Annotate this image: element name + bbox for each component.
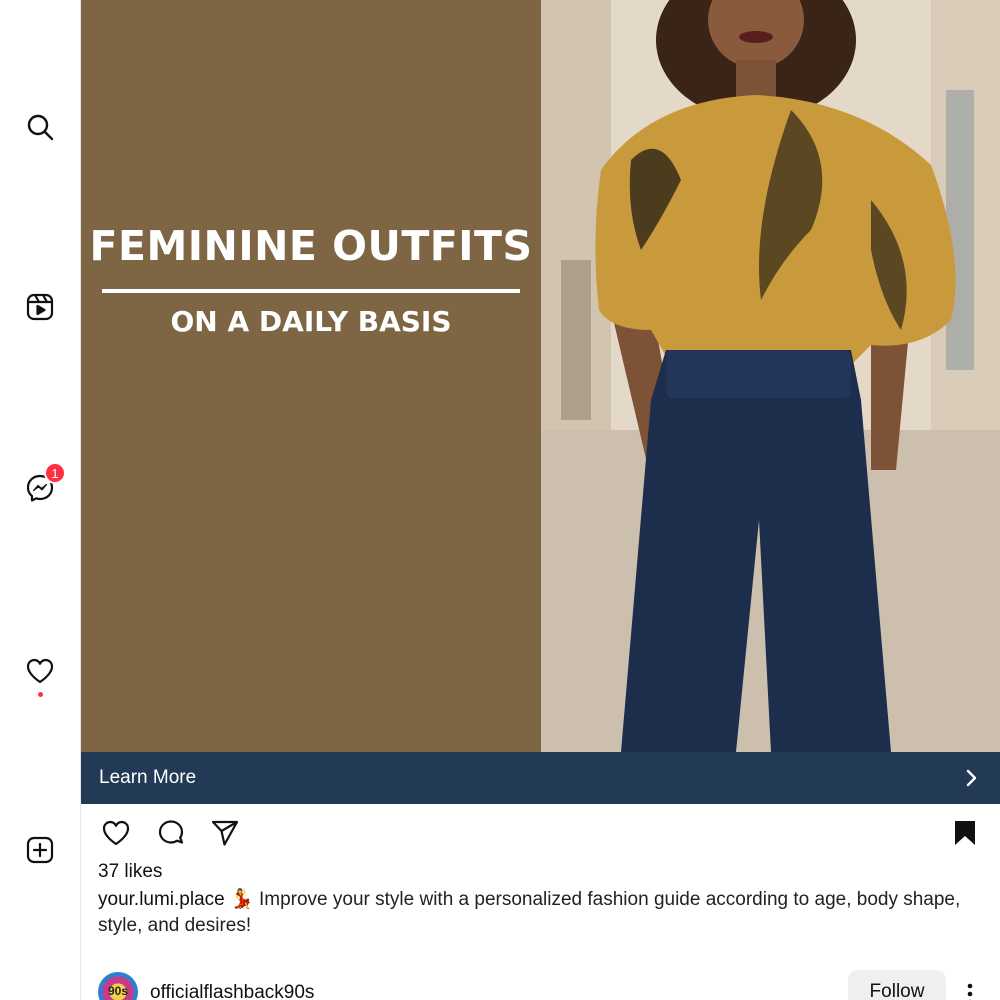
caption-emoji: 💃 [230,889,254,910]
heart-icon [26,658,54,684]
messenger-badge: 1 [44,462,66,484]
like-button[interactable] [99,816,133,850]
share-icon [211,820,239,846]
notification-dot [37,692,43,697]
reels-icon [26,293,54,321]
plus-square-icon [26,836,54,864]
fashion-model-photo [541,0,1000,752]
post-actions [81,804,1000,860]
feed-post: FEMININE OUTFITS ON A DAILY BASIS Learn … [81,0,1000,1000]
more-options-button[interactable] [960,976,980,1000]
caption-username[interactable]: your.lumi.place [98,889,225,910]
nav-notifications-button[interactable] [20,651,60,697]
follow-button[interactable]: Follow [848,970,946,1000]
likes-count[interactable]: 37 likes [98,861,162,883]
suggested-username[interactable]: officialflashback90s [150,982,314,1000]
comment-icon [158,820,184,844]
caption-text: Improve your style with a personalized f… [98,889,961,936]
more-vertical-icon [967,983,973,1000]
nav-search-button[interactable] [20,107,60,147]
post-media[interactable]: FEMININE OUTFITS ON A DAILY BASIS [81,0,1000,752]
learn-more-button[interactable]: Learn More [81,752,1000,804]
side-navigation: 1 [0,0,81,1000]
save-button[interactable] [948,816,982,850]
post-caption: your.lumi.place 💃 Improve your style wit… [98,887,988,939]
chevron-right-icon [966,769,977,787]
nav-create-button[interactable] [20,830,60,870]
suggested-account: 90s officialflashback90s Follow [98,970,988,1000]
share-button[interactable] [208,816,242,850]
heart-icon [102,820,130,846]
nav-messenger-button[interactable]: 1 [20,462,66,508]
search-icon [27,114,54,141]
comment-button[interactable] [154,816,188,850]
nav-reels-button[interactable] [20,287,60,327]
avatar-text: 90s [107,984,129,998]
ad-subheadline: ON A DAILY BASIS [170,305,452,338]
avatar[interactable]: 90s [98,972,138,1000]
bookmark-icon [955,821,975,845]
model-illustration [541,0,1000,752]
ad-headline: FEMININE OUTFITS [89,222,533,270]
learn-more-label: Learn More [99,767,197,788]
headline-divider [102,289,520,293]
ad-text-panel: FEMININE OUTFITS ON A DAILY BASIS [81,0,541,752]
